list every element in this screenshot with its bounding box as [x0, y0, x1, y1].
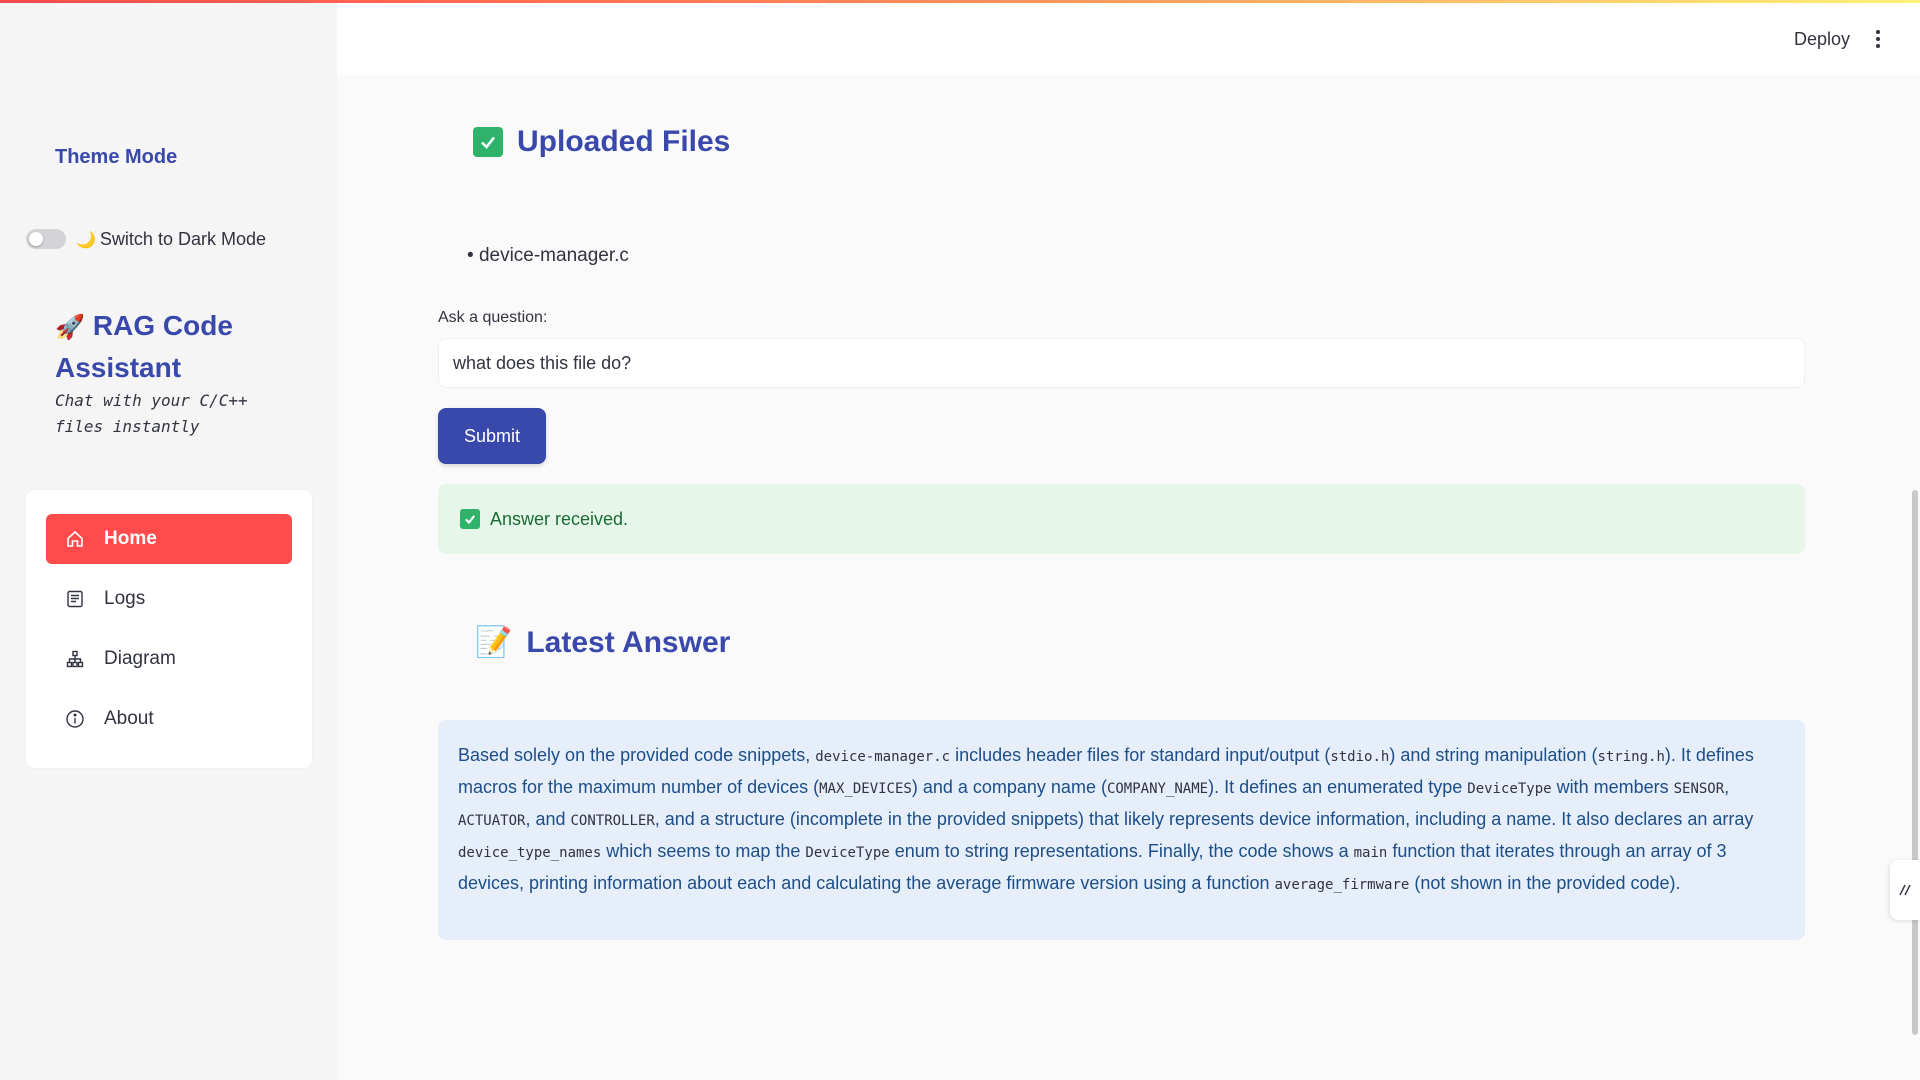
- home-icon: [64, 528, 86, 550]
- check-icon: [473, 127, 503, 157]
- nav-label-logs: Logs: [104, 588, 146, 609]
- top-header: Deploy: [337, 3, 1920, 75]
- app-title: 🚀 RAG Code Assistant: [55, 306, 305, 388]
- dark-mode-label-text: Switch to Dark Mode: [99, 228, 266, 249]
- deploy-button[interactable]: Deploy: [1794, 29, 1850, 50]
- dark-mode-label: 🌙 Switch to Dark Mode: [76, 229, 266, 250]
- rocket-icon: 🚀: [55, 314, 85, 341]
- nav-label-home: Home: [104, 528, 157, 549]
- sidebar: Theme Mode 🌙 Switch to Dark Mode 🚀 RAG Cod…: [0, 0, 337, 1080]
- submit-button[interactable]: Submit: [438, 408, 546, 464]
- kebab-menu-icon[interactable]: [1870, 27, 1886, 51]
- nav-item-home[interactable]: Home: [46, 514, 292, 564]
- app-subtitle: Chat with your C/C++ files instantly: [55, 391, 248, 436]
- toggle-knob: [29, 232, 43, 246]
- latest-answer-title: Latest Answer: [526, 625, 731, 659]
- nav-item-diagram[interactable]: Diagram: [46, 634, 292, 684]
- main-content: Uploaded Files • device-manager.c Ask a …: [337, 75, 1920, 1080]
- diagram-icon: [64, 648, 86, 670]
- success-message: Answer received.: [490, 508, 629, 529]
- collapse-widget-icon[interactable]: [1890, 860, 1920, 920]
- nav-item-about[interactable]: About: [46, 694, 292, 744]
- theme-mode-heading: Theme Mode: [55, 146, 178, 168]
- memo-icon: 📝: [475, 626, 513, 659]
- question-input[interactable]: [438, 338, 1805, 388]
- uploaded-files-title: Uploaded Files: [517, 125, 731, 158]
- file-list-item: • device-manager.c: [467, 245, 629, 266]
- latest-answer-heading: 📝 Latest Answer: [475, 625, 730, 660]
- dark-mode-toggle-row: 🌙 Switch to Dark Mode: [26, 226, 266, 252]
- question-label: Ask a question:: [438, 309, 548, 326]
- scrollbar[interactable]: [1912, 490, 1918, 1035]
- file-name: device-manager.c: [478, 245, 629, 266]
- dark-mode-toggle[interactable]: [26, 229, 66, 249]
- nav-label-diagram: Diagram: [104, 648, 176, 669]
- nav-label-about: About: [104, 708, 154, 729]
- answer-box: Based solely on the provided code snippe…: [438, 720, 1805, 940]
- nav-item-logs[interactable]: Logs: [46, 574, 292, 624]
- top-decoration-bar: [0, 0, 1920, 3]
- nav-menu: Home Logs Diagram About: [26, 490, 312, 768]
- logs-icon: [64, 588, 86, 610]
- success-alert: Answer received.: [438, 484, 1805, 554]
- uploaded-files-heading: Uploaded Files: [473, 125, 730, 159]
- info-icon: [64, 708, 86, 730]
- moon-icon: 🌙: [76, 231, 96, 249]
- check-icon: [460, 509, 480, 529]
